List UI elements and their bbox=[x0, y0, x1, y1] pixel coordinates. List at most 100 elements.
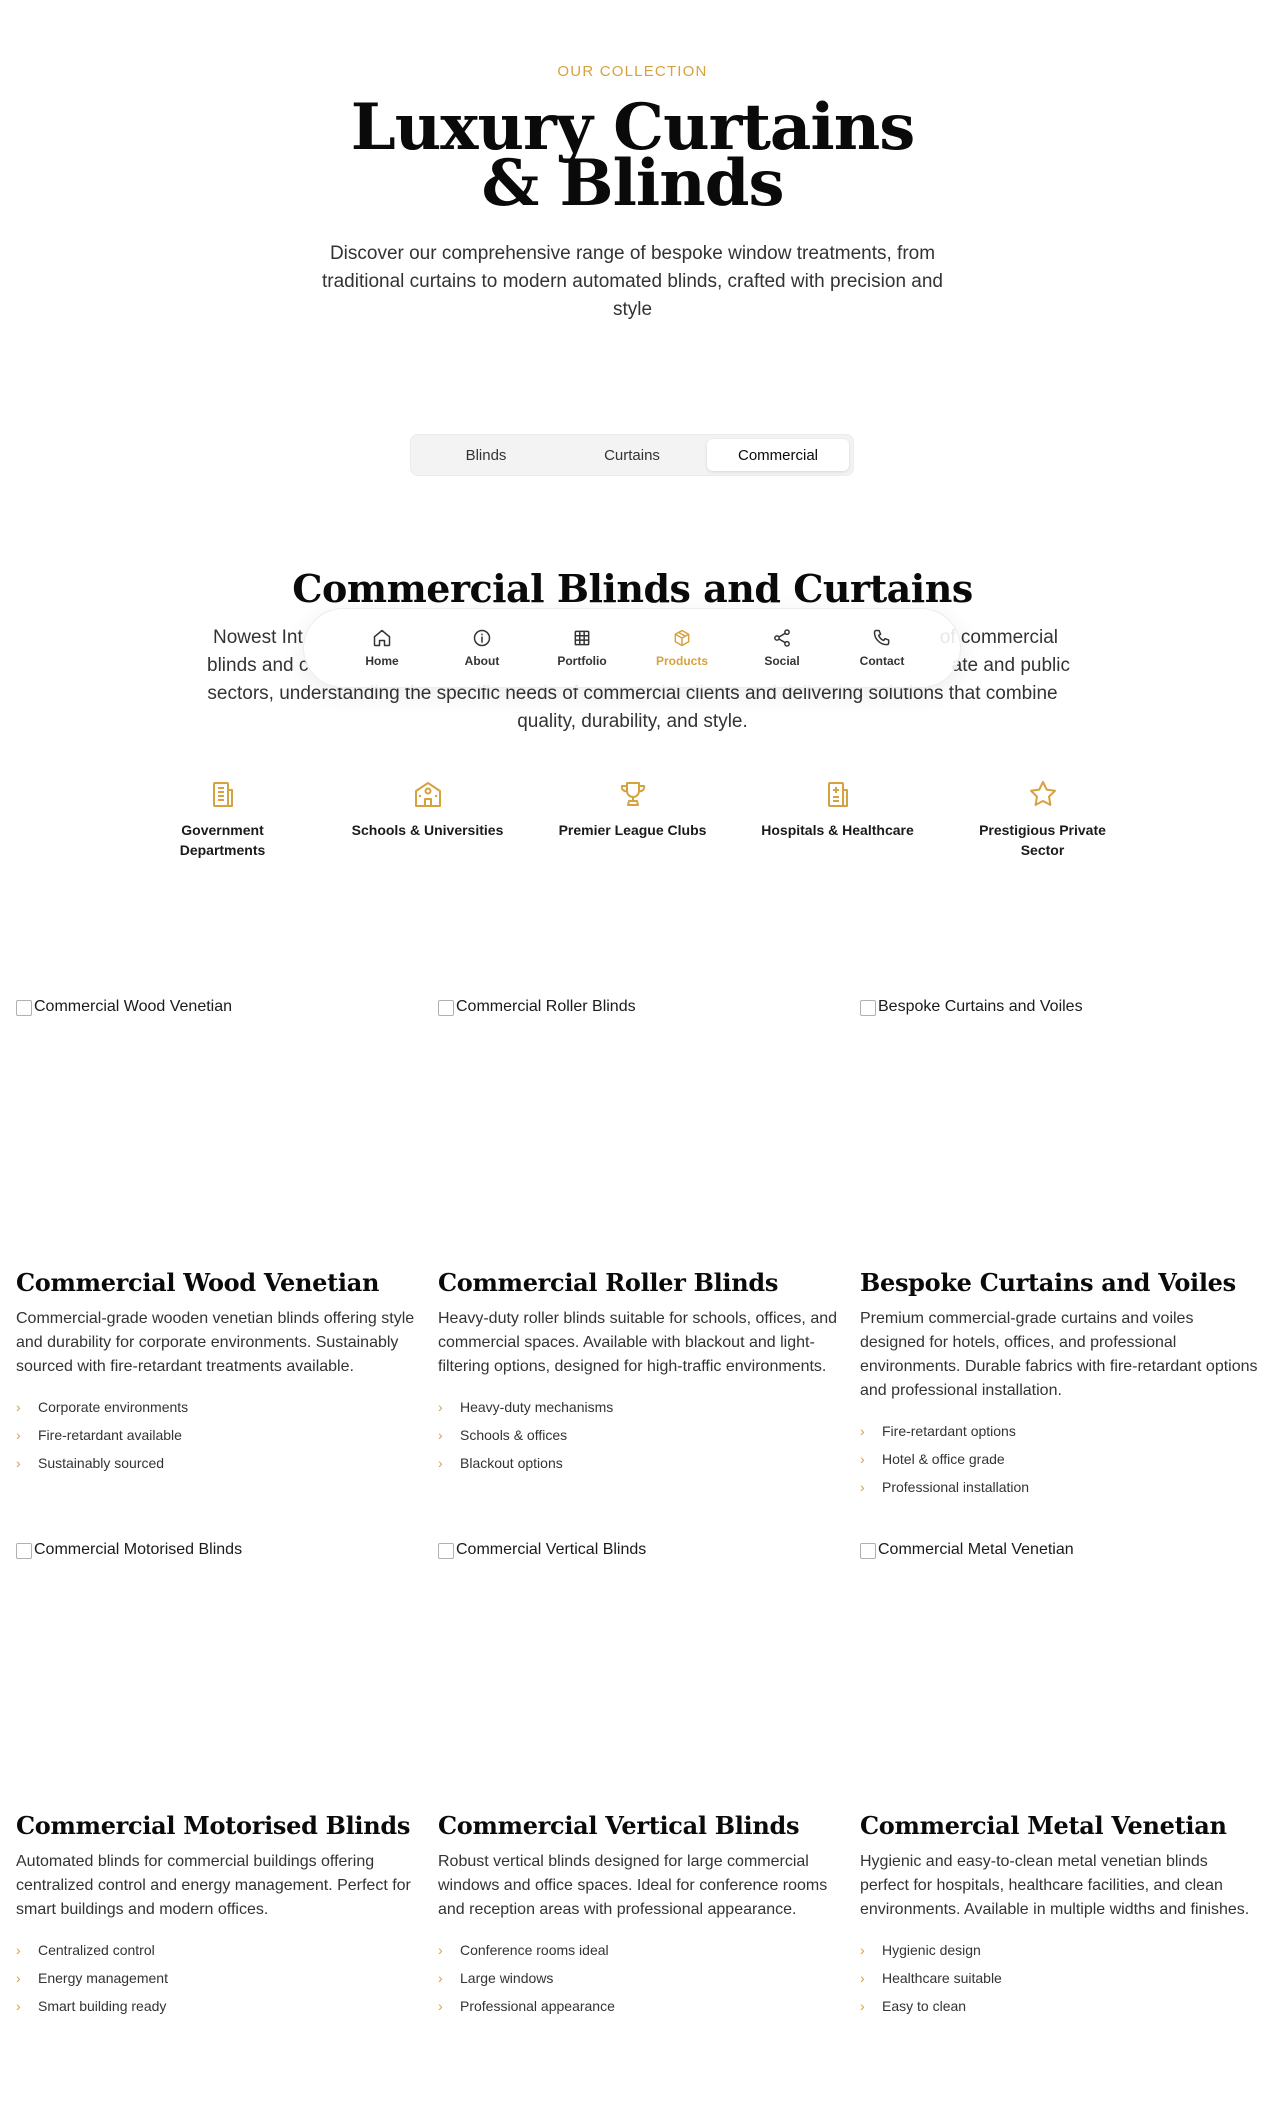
star-icon bbox=[1029, 781, 1056, 806]
sector-schools-label: Schools & Universities bbox=[351, 822, 504, 838]
chevron-right-icon: › bbox=[16, 1942, 21, 1958]
tab-curtains[interactable]: Curtains bbox=[561, 439, 703, 471]
sector-list: Government Departments Schools & Univers… bbox=[120, 778, 1145, 888]
feature-list: › Fire-retardant options › Hotel & office … bbox=[860, 1417, 1260, 1501]
box-icon bbox=[674, 629, 690, 647]
broken-image-icon bbox=[16, 1000, 32, 1016]
nav-products-label: Products bbox=[655, 654, 708, 668]
product-description: Commercial-grade wooden venetian blinds … bbox=[16, 1310, 415, 1375]
product-image-alt: Commercial Vertical Blinds bbox=[456, 1541, 647, 1558]
list-item: › Smart building ready bbox=[16, 1992, 416, 2020]
list-item: › Fire-retardant available bbox=[16, 1421, 416, 1449]
product-image: Commercial Vertical Blinds bbox=[438, 1541, 838, 1811]
home-icon bbox=[373, 629, 391, 647]
feature-label: Smart building ready bbox=[38, 1998, 167, 2014]
desc-line2-left: blinds and c bbox=[207, 655, 309, 676]
feature-label: Corporate environments bbox=[38, 1399, 189, 1415]
building-icon bbox=[212, 782, 233, 807]
page-title-line-2: & Blinds bbox=[481, 146, 784, 221]
list-item: › Professional appearance bbox=[438, 1992, 838, 2020]
feature-label: Sustainably sourced bbox=[38, 1455, 165, 1471]
feature-label: Easy to clean bbox=[882, 1998, 967, 2014]
chevron-right-icon: › bbox=[438, 1998, 443, 2014]
feature-label: Professional installation bbox=[882, 1479, 1030, 1495]
desc-line2-right: ate and public bbox=[951, 655, 1070, 676]
chevron-right-icon: › bbox=[16, 1455, 21, 1471]
list-item: › Corporate environments bbox=[16, 1393, 416, 1421]
trophy-icon bbox=[620, 782, 645, 806]
product-card[interactable]: Commercial Vertical Blinds Commercial Ve… bbox=[438, 1541, 838, 2020]
feature-list: › Conference rooms ideal › Large windows ›… bbox=[438, 1936, 838, 2020]
product-title: Commercial Motorised Blinds bbox=[16, 1811, 411, 1840]
nav-social-label: Social bbox=[764, 654, 800, 668]
feature-label: Blackout options bbox=[460, 1455, 563, 1471]
feature-label: Professional appearance bbox=[460, 1998, 615, 2014]
list-item: › Hygienic design bbox=[860, 1936, 1260, 1964]
category-tabs: Blinds Curtains Commercial bbox=[410, 434, 854, 476]
phone-icon bbox=[873, 629, 890, 646]
feature-label: Hygienic design bbox=[882, 1942, 981, 1958]
product-description: Hygienic and easy-to-clean metal venetia… bbox=[860, 1853, 1250, 1918]
product-description: Premium commercial-grade curtains and vo… bbox=[860, 1310, 1258, 1399]
product-card[interactable]: Commercial Motorised Blinds Commercial M… bbox=[16, 1541, 416, 2020]
feature-label: Large windows bbox=[460, 1970, 554, 1986]
chevron-right-icon: › bbox=[438, 1399, 443, 1415]
product-card[interactable]: Commercial Wood Venetian Commercial Wood… bbox=[16, 998, 416, 1477]
nav-contact[interactable]: Contact bbox=[842, 628, 922, 668]
tab-blinds[interactable]: Blinds bbox=[415, 439, 557, 471]
product-card[interactable]: Commercial Metal Venetian Commercial Met… bbox=[860, 1541, 1260, 2020]
nav-contact-label: Contact bbox=[859, 654, 905, 668]
nav-portfolio[interactable]: Portfolio bbox=[542, 628, 622, 668]
sector-hospitals-label: Hospitals & Healthcare bbox=[761, 822, 914, 838]
chevron-right-icon: › bbox=[16, 1998, 21, 2014]
list-item: › Schools & offices bbox=[438, 1421, 838, 1449]
product-image: Commercial Roller Blinds bbox=[438, 998, 838, 1268]
sector-private: Prestigious Private Sector bbox=[940, 778, 1145, 888]
chevron-right-icon: › bbox=[860, 1998, 865, 2014]
chevron-right-icon: › bbox=[860, 1479, 865, 1495]
chevron-right-icon: › bbox=[438, 1942, 443, 1958]
nav-social[interactable]: Social bbox=[742, 628, 822, 668]
desc-line4: quality, durability, and style. bbox=[517, 711, 748, 732]
list-item: › Professional installation bbox=[860, 1473, 1260, 1501]
chevron-right-icon: › bbox=[860, 1970, 865, 1986]
page-subtitle: Discover our comprehensive range of besp… bbox=[321, 243, 943, 320]
hospital-icon bbox=[827, 782, 848, 807]
chevron-right-icon: › bbox=[438, 1427, 443, 1443]
list-item: › Easy to clean bbox=[860, 1992, 1260, 2020]
feature-label: Schools & offices bbox=[460, 1427, 568, 1443]
product-title: Commercial Roller Blinds bbox=[438, 1268, 779, 1297]
product-card[interactable]: Bespoke Curtains and Voiles Bespoke Curt… bbox=[860, 998, 1260, 1501]
chevron-right-icon: › bbox=[860, 1423, 865, 1439]
feature-label: Centralized control bbox=[38, 1942, 155, 1958]
list-item: › Energy management bbox=[16, 1964, 416, 1992]
page-title: Luxury Curtains & Blinds bbox=[0, 96, 1265, 216]
nav-about-label: About bbox=[464, 654, 500, 668]
product-title: Commercial Vertical Blinds bbox=[438, 1811, 800, 1840]
nav-products[interactable]: Products bbox=[642, 628, 722, 668]
list-item: › Conference rooms ideal bbox=[438, 1936, 838, 1964]
feature-label: Fire-retardant options bbox=[882, 1423, 1016, 1439]
product-image: Commercial Metal Venetian bbox=[860, 1541, 1260, 1811]
feature-list: › Corporate environments › Fire-retardant … bbox=[16, 1393, 416, 1477]
product-image-alt: Commercial Roller Blinds bbox=[456, 998, 636, 1015]
feature-list: › Hygienic design › Healthcare suitable › E… bbox=[860, 1936, 1260, 2020]
list-item: › Heavy-duty mechanisms bbox=[438, 1393, 838, 1421]
broken-image-icon bbox=[16, 1543, 32, 1559]
product-title: Commercial Metal Venetian bbox=[860, 1811, 1227, 1840]
chevron-right-icon: › bbox=[438, 1455, 443, 1471]
product-description: Heavy-duty roller blinds suitable for sc… bbox=[438, 1310, 838, 1375]
chevron-right-icon: › bbox=[16, 1427, 21, 1443]
school-icon bbox=[414, 782, 441, 807]
nav-home[interactable]: Home bbox=[342, 628, 422, 668]
sector-premier-league: Premier League Clubs bbox=[530, 778, 735, 888]
broken-image-icon bbox=[438, 1543, 454, 1559]
nav-about[interactable]: About bbox=[442, 628, 522, 668]
chevron-right-icon: › bbox=[438, 1970, 443, 1986]
product-card[interactable]: Commercial Roller Blinds Commercial Roll… bbox=[438, 998, 838, 1477]
product-image: Commercial Motorised Blinds bbox=[16, 1541, 416, 1811]
product-title: Bespoke Curtains and Voiles bbox=[860, 1268, 1236, 1297]
feature-label: Heavy-duty mechanisms bbox=[460, 1399, 614, 1415]
tab-commercial[interactable]: Commercial bbox=[707, 439, 849, 471]
product-image: Commercial Wood Venetian bbox=[16, 998, 416, 1268]
